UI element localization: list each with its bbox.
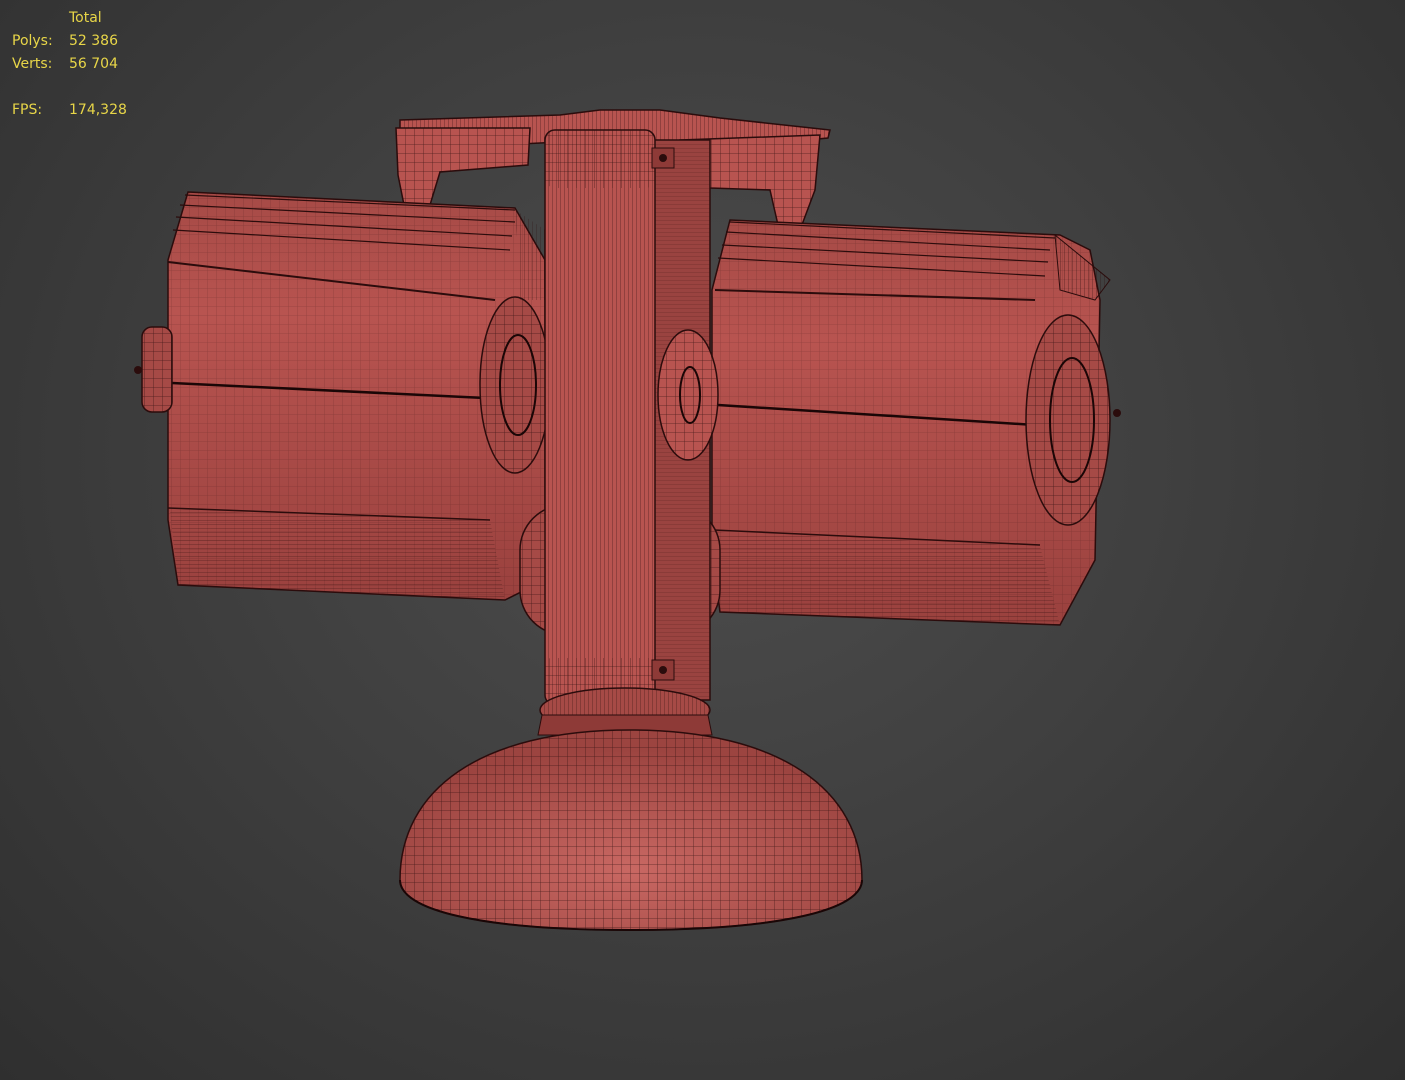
dome-base [399, 687, 863, 932]
right-drum [711, 219, 1121, 626]
flip-clock-mesh[interactable] [0, 0, 1405, 1080]
center-column [544, 129, 675, 706]
3d-viewport[interactable]: Total Polys: 52 386 Verts: 56 704 FPS: 1… [0, 0, 1405, 1080]
left-drum [134, 191, 551, 601]
